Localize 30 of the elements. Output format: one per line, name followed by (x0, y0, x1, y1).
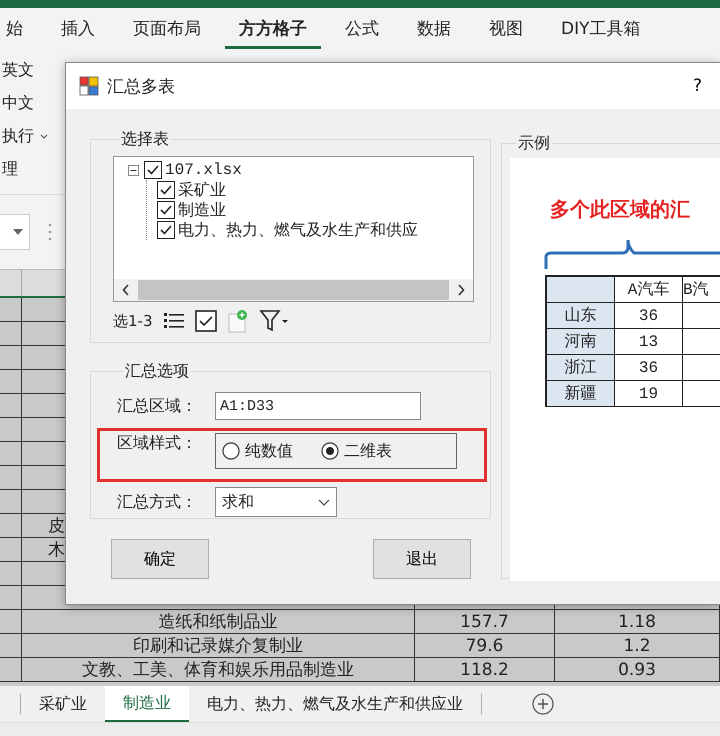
table-cell: 19 (638, 384, 658, 402)
selection-range-label: 选1-3 (113, 312, 152, 330)
dialog-title: 汇总多表 (107, 76, 175, 98)
table-cell: 79.6 (466, 636, 504, 656)
table-header: B汽 (683, 280, 709, 300)
field-label: 区域样式： (117, 433, 198, 454)
table-cell-text: 山东 (564, 306, 596, 326)
table-cell: 36 (638, 306, 658, 324)
table-cell-text: 文教、工美、体育和娱乐用品制造业 (82, 659, 354, 681)
table-cell-text: 河南 (564, 332, 596, 352)
table-cell: 0.93 (618, 660, 656, 680)
table-cell: 13 (638, 332, 658, 350)
group-title: 汇总选项 (124, 361, 190, 382)
table-cell-text: 印刷和记录媒介复制业 (133, 635, 303, 657)
field-label: 汇总区域： (117, 396, 198, 416)
table-cell-text: 浙江 (564, 358, 596, 378)
example-caption: 多个此区域的汇 (549, 196, 691, 223)
table-cell-text: 造纸和纸制品业 (158, 611, 278, 633)
field-label: 汇总方式： (117, 492, 198, 512)
group-title: 示例 (517, 133, 551, 154)
table-cell: 118.2 (460, 660, 509, 680)
table-cell: 1.2 (623, 636, 651, 656)
table-cell: 1.18 (618, 612, 656, 632)
table-header: A汽车 (628, 280, 670, 300)
table-cell: 36 (638, 358, 658, 376)
table-cell-text: 木 (48, 539, 65, 561)
table-cell-text: 新疆 (564, 384, 596, 404)
table-cell-text: 皮 (48, 515, 65, 537)
table-cell: 157.7 (460, 612, 509, 632)
group-title: 选择表 (120, 129, 170, 150)
